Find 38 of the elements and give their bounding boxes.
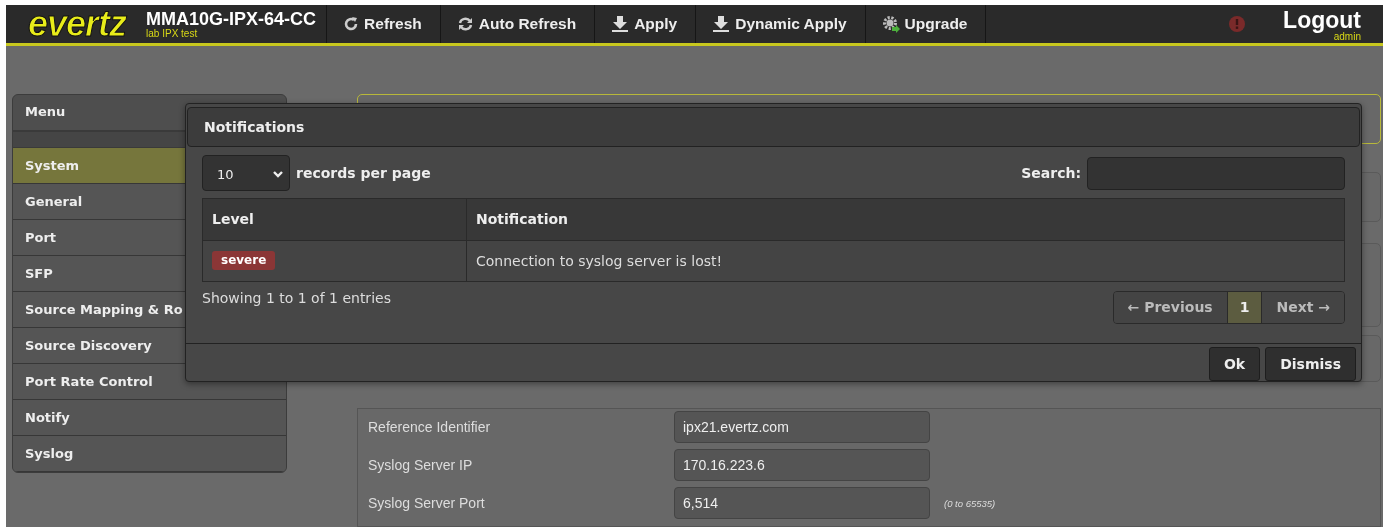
- toolbar-button[interactable]: Upgrade: [864, 5, 986, 43]
- download-icon: [712, 15, 731, 33]
- dialog-button[interactable]: Ok: [1208, 347, 1261, 381]
- table-cell: Connection to syslog server is lost!: [466, 240, 1345, 282]
- sync-icon: [456, 16, 474, 32]
- toolbar-button[interactable]: Dynamic Apply: [695, 5, 865, 43]
- next-button[interactable]: Next →: [1261, 291, 1344, 323]
- chevron-icon: [273, 170, 283, 179]
- column-header[interactable]: Notification: [466, 198, 1345, 241]
- toolbar-button[interactable]: Auto Refresh: [439, 5, 595, 43]
- user-name: admin: [1333, 31, 1361, 41]
- alert-icon[interactable]: [1229, 16, 1246, 32]
- field-label: Syslog Server Port: [368, 495, 486, 511]
- menu-item[interactable]: Notify: [13, 400, 286, 436]
- refresh-icon: [343, 16, 360, 32]
- column-header[interactable]: Level: [202, 198, 467, 241]
- input-field[interactable]: ipx21.evertz.com: [674, 411, 930, 443]
- severity-tag: severe: [212, 251, 276, 271]
- input-field[interactable]: 6,514: [674, 487, 930, 519]
- range-hint: (0 to 65535): [944, 497, 996, 509]
- device-name: MMA10G-IPX-64-CC: [146, 9, 317, 29]
- page-size-select[interactable]: 10: [202, 155, 290, 192]
- search-field[interactable]: [1087, 156, 1345, 190]
- field-label: Reference Identifier: [368, 419, 492, 435]
- toolbar-button[interactable]: Refresh: [326, 5, 440, 43]
- search-label: Search:: [1021, 165, 1081, 182]
- input-field[interactable]: 170.16.223.6: [674, 449, 930, 481]
- dialog-button[interactable]: Dismiss: [1265, 347, 1356, 381]
- menu-item[interactable]: Syslog: [13, 436, 286, 472]
- page-button[interactable]: 1: [1226, 291, 1262, 323]
- toolbar-button[interactable]: Apply: [594, 5, 696, 43]
- logout-button[interactable]: Logout: [1283, 7, 1361, 32]
- field-label: Syslog Server IP: [368, 457, 474, 473]
- gear-icon: [881, 15, 900, 33]
- device-location: lab IPX test: [146, 29, 199, 39]
- page-size-label: records per page: [296, 165, 431, 182]
- download-icon: [611, 15, 630, 33]
- logo: evertz: [27, 5, 128, 43]
